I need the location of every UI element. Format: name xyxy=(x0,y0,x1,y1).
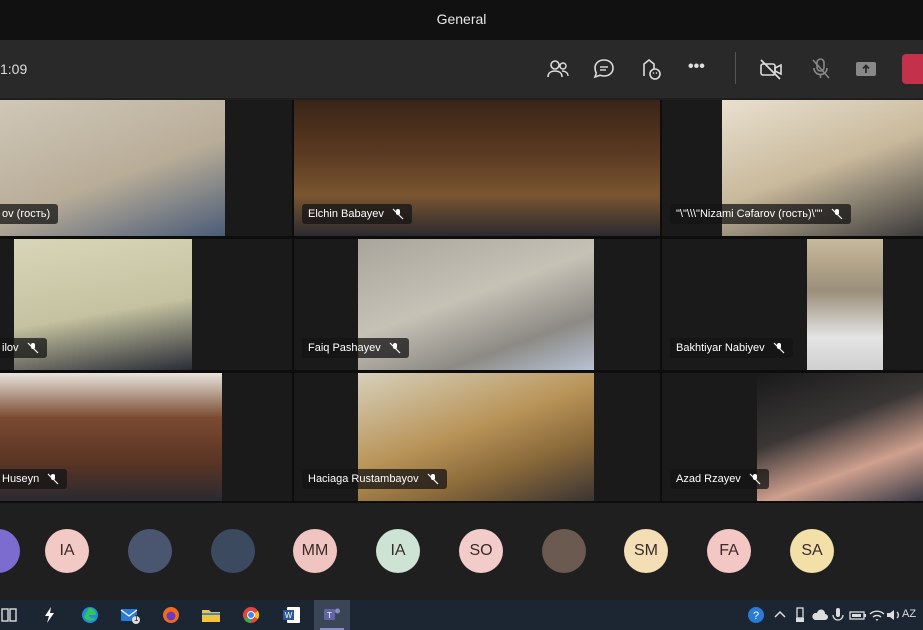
microphone-icon[interactable] xyxy=(828,605,848,625)
word-icon[interactable]: W xyxy=(282,605,302,625)
participant-avatar[interactable]: SA xyxy=(790,529,834,573)
participant-name: ilov xyxy=(2,342,19,354)
camera-off-icon[interactable] xyxy=(758,56,784,82)
participant-avatar[interactable] xyxy=(542,529,586,573)
leave-icon[interactable] xyxy=(902,54,923,84)
chevron-up-icon[interactable] xyxy=(770,605,790,625)
participant-nameplate: Haciaga Rustambayov xyxy=(302,469,447,489)
participant-avatar[interactable] xyxy=(0,529,20,573)
participant-avatar[interactable]: IA xyxy=(45,529,89,573)
participant-avatar[interactable] xyxy=(211,529,255,573)
video-tile[interactable]: Elchin Babayev xyxy=(294,100,660,236)
meeting-title: General xyxy=(436,11,487,27)
participant-nameplate: "\"\\\"Nizami Cəfarov (гость)\"" xyxy=(670,204,851,224)
call-timer: 1:09 xyxy=(0,61,28,77)
mic-muted-icon xyxy=(749,473,761,485)
participant-avatar[interactable]: SO xyxy=(459,529,503,573)
toolbar-divider xyxy=(735,52,736,84)
help-icon[interactable]: ? xyxy=(746,605,766,625)
participant-name: Azad Rzayev xyxy=(676,473,741,485)
participant-name: ov (гость) xyxy=(2,208,51,220)
share-icon[interactable] xyxy=(853,56,879,82)
participant-nameplate: Azad Rzayev xyxy=(670,469,769,489)
lightning-app-icon[interactable] xyxy=(40,605,60,625)
video-grid: ov (гость) Elchin Babayev "\"\\\"Nizami … xyxy=(0,100,923,503)
mic-muted-icon xyxy=(392,208,404,220)
video-tile[interactable]: ilov xyxy=(0,239,292,370)
chat-icon[interactable] xyxy=(591,56,617,82)
video-tile[interactable]: Faiq Pashayev xyxy=(294,239,660,370)
edge-icon[interactable] xyxy=(80,605,100,625)
participant-name: Bakhtiyar Nabiyev xyxy=(676,342,765,354)
participant-strip: IA MM IA SO SM FA SA xyxy=(0,503,923,600)
mic-muted-icon xyxy=(47,473,59,485)
svg-text:?: ? xyxy=(753,610,759,622)
usb-icon[interactable] xyxy=(790,605,810,625)
video-tile[interactable]: "\"\\\"Nizami Cəfarov (гость)\"" xyxy=(662,100,923,236)
participant-name: Huseyn xyxy=(2,473,40,485)
participant-nameplate: ov (гость) xyxy=(0,204,59,224)
mail-badge: 1 xyxy=(134,614,139,623)
volume-icon[interactable] xyxy=(884,605,904,625)
mic-muted-icon xyxy=(773,342,785,354)
mic-muted-icon xyxy=(389,342,401,354)
video-tile[interactable]: Haciaga Rustambayov xyxy=(294,373,660,501)
mic-off-icon[interactable] xyxy=(808,56,834,82)
participant-name: "\"\\\"Nizami Cəfarov (гость)\"" xyxy=(676,208,823,220)
firefox-icon[interactable] xyxy=(161,605,181,625)
teams-icon: T xyxy=(324,608,340,620)
video-tile[interactable]: ov (гость) xyxy=(0,100,292,236)
video-tile[interactable]: Huseyn xyxy=(0,373,292,501)
svg-text:W: W xyxy=(285,611,293,620)
input-language[interactable]: AZ xyxy=(902,608,916,620)
reactions-icon[interactable] xyxy=(638,56,664,82)
participant-name: Haciaga Rustambayov xyxy=(308,473,419,485)
participant-avatar[interactable]: MM xyxy=(293,529,337,573)
title-bar: General xyxy=(0,0,923,40)
participant-avatar[interactable]: SM xyxy=(624,529,668,573)
video-tile[interactable]: Bakhtiyar Nabiyev xyxy=(662,239,923,370)
windows-taskbar: 1 W T ? AZ xyxy=(0,600,923,630)
participant-name: Elchin Babayev xyxy=(308,208,384,220)
participant-nameplate: Bakhtiyar Nabiyev xyxy=(670,338,793,358)
battery-icon[interactable] xyxy=(848,605,868,625)
more-icon[interactable]: ••• xyxy=(688,58,714,84)
video-feed xyxy=(757,373,923,501)
video-feed xyxy=(807,239,883,370)
task-view-icon[interactable] xyxy=(0,605,20,625)
participant-nameplate: Elchin Babayev xyxy=(302,204,412,224)
video-tile[interactable]: Azad Rzayev xyxy=(662,373,923,501)
svg-text:T: T xyxy=(327,611,332,620)
file-explorer-icon[interactable] xyxy=(201,605,221,625)
cloud-icon[interactable] xyxy=(810,605,830,625)
participant-avatar[interactable] xyxy=(128,529,172,573)
participant-nameplate: Faiq Pashayev xyxy=(302,338,409,358)
mic-muted-icon xyxy=(27,342,38,354)
teams-taskbar-button[interactable]: T xyxy=(314,600,350,630)
participant-name: Faiq Pashayev xyxy=(308,342,381,354)
participant-nameplate: ilov xyxy=(0,338,47,358)
participant-nameplate: Huseyn xyxy=(0,469,68,489)
mic-muted-icon xyxy=(831,208,842,220)
participants-icon[interactable] xyxy=(545,56,571,82)
mic-muted-icon xyxy=(427,473,439,485)
meeting-toolbar: 1:09 ••• xyxy=(0,40,923,98)
participant-avatar[interactable]: IA xyxy=(376,529,420,573)
chrome-icon[interactable] xyxy=(241,605,261,625)
participant-avatar[interactable]: FA xyxy=(707,529,751,573)
